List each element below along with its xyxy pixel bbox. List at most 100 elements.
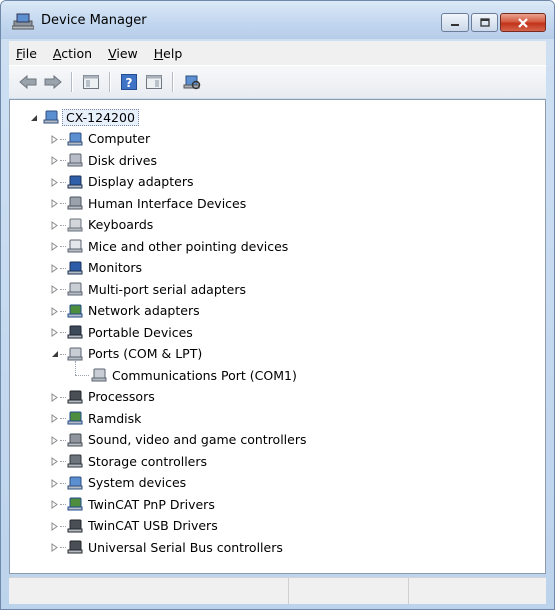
- tree-node-label: Ports (COM & LPT): [88, 346, 203, 361]
- processor-icon: [67, 390, 83, 403]
- tree-node-category[interactable]: Disk drives: [66, 150, 157, 170]
- expand-icon: [51, 392, 58, 402]
- menu-action-label: ction: [61, 45, 93, 61]
- ramdisk-icon: [67, 411, 83, 425]
- menu-view[interactable]: View: [100, 46, 146, 61]
- tree-node-category[interactable]: Processors: [66, 387, 155, 407]
- tree-expander[interactable]: [50, 521, 59, 531]
- tree-expander[interactable]: [50, 543, 59, 552]
- toolbar-separator: [71, 72, 73, 92]
- tree-node-category[interactable]: Ports (COM & LPT): [66, 344, 202, 364]
- maximize-icon: [479, 18, 490, 27]
- tree-expander[interactable]: [50, 156, 59, 165]
- tree-expander[interactable]: [50, 392, 59, 402]
- tree-node-label: Processors: [88, 389, 155, 404]
- tree-expander[interactable]: [50, 457, 59, 466]
- tree-node-category[interactable]: Mice and other pointing devices: [66, 236, 288, 256]
- tree-expander[interactable]: [50, 478, 59, 488]
- toolbar: ?: [9, 65, 546, 98]
- tree-node-category[interactable]: Network adapters: [66, 301, 200, 321]
- usb-icon: [67, 540, 83, 554]
- computer-icon: [43, 110, 59, 124]
- tree-expander[interactable]: [50, 199, 59, 208]
- menu-help-accelerator: H: [153, 45, 164, 61]
- menu-action-accelerator: A: [52, 45, 62, 61]
- portable-device-icon: [67, 325, 83, 339]
- tree-node-label: Display adapters: [88, 174, 194, 189]
- tree-expander[interactable]: [50, 414, 59, 423]
- tree-node-category[interactable]: Monitors: [66, 258, 142, 278]
- menu-view-label: iew: [116, 45, 138, 61]
- tree-expander[interactable]: [50, 242, 59, 251]
- tree-connector: [75, 375, 89, 376]
- device-manager-icon: [12, 13, 34, 30]
- menu-file[interactable]: File: [9, 46, 45, 61]
- tree-node-label: CX-124200: [62, 108, 139, 126]
- tree-node-category[interactable]: Multi-port serial adapters: [66, 279, 246, 299]
- tree-node-category[interactable]: Display adapters: [66, 172, 193, 192]
- tree-node-label: TwinCAT PnP Drivers: [88, 496, 215, 512]
- collapse-icon: [30, 114, 37, 121]
- keyboard-icon: [67, 218, 83, 231]
- network-adapter-icon: [67, 304, 83, 317]
- tree-node-root[interactable]: CX-124200: [42, 107, 139, 127]
- tree-node-category[interactable]: Sound, video and game controllers: [66, 430, 307, 450]
- menu-help[interactable]: Help: [146, 46, 191, 61]
- properties-button[interactable]: [143, 71, 165, 93]
- tree-expander[interactable]: [50, 500, 59, 509]
- properties-icon: [146, 75, 162, 89]
- close-button[interactable]: [500, 13, 546, 32]
- tree-expander[interactable]: [50, 306, 59, 316]
- tree-node-label: Portable Devices: [88, 324, 193, 340]
- status-pane-3: [409, 578, 546, 604]
- help-button[interactable]: ?: [118, 71, 140, 93]
- tree-node-label: Ramdisk: [88, 410, 142, 426]
- menu-action[interactable]: Action: [45, 46, 100, 61]
- tree-node-category[interactable]: Portable Devices: [66, 322, 193, 342]
- usb-icon: [67, 519, 83, 532]
- tree-expander[interactable]: [50, 134, 59, 144]
- tree-expander-root[interactable]: [29, 113, 38, 122]
- minimize-button[interactable]: [441, 13, 469, 32]
- tree-node-label: Multi-port serial adapters: [88, 281, 247, 297]
- menu-help-label: elp: [163, 45, 183, 61]
- tree-expander[interactable]: [50, 263, 59, 273]
- tree-expander[interactable]: [50, 350, 59, 359]
- tree-expander[interactable]: [50, 435, 59, 445]
- back-button[interactable]: [17, 71, 39, 93]
- tree-node-category[interactable]: TwinCAT PnP Drivers: [66, 494, 215, 514]
- tree-expander[interactable]: [50, 220, 59, 230]
- title-bar[interactable]: Device Manager: [1, 1, 554, 39]
- tree-node-label: Storage controllers: [88, 453, 208, 469]
- tree-node-label: Network adapters: [88, 303, 200, 318]
- collapse-icon: [51, 351, 58, 357]
- tree-expander[interactable]: [50, 285, 59, 294]
- tree-node-category[interactable]: Keyboards: [66, 215, 153, 235]
- tree-node-device[interactable]: Communications Port (COM1): [90, 365, 297, 385]
- tree-node-category[interactable]: Computer: [66, 129, 150, 149]
- storage-controller-icon: [67, 454, 83, 468]
- status-bar: [9, 577, 546, 604]
- close-icon: [518, 17, 528, 28]
- serial-port-icon: [67, 282, 83, 296]
- tree-node-category[interactable]: Universal Serial Bus controllers: [66, 537, 283, 557]
- svg-text:?: ?: [126, 76, 133, 90]
- forward-button[interactable]: [42, 71, 64, 93]
- tree-node-category[interactable]: Human Interface Devices: [66, 193, 246, 213]
- tree-node-category[interactable]: TwinCAT USB Drivers: [66, 516, 218, 536]
- expand-icon: [51, 457, 58, 466]
- scan-hardware-button[interactable]: [181, 71, 203, 93]
- tree-node-category[interactable]: Storage controllers: [66, 451, 207, 471]
- show-hide-console-tree-button[interactable]: [80, 71, 102, 93]
- expand-icon: [51, 263, 58, 273]
- tree-node-label: Sound, video and game controllers: [88, 432, 307, 447]
- tree-node-category[interactable]: Ramdisk: [66, 408, 141, 428]
- expand-icon: [51, 500, 58, 509]
- tree-expander[interactable]: [50, 328, 59, 337]
- tree-node-category[interactable]: System devices: [66, 473, 186, 493]
- maximize-button[interactable]: [471, 13, 498, 32]
- tree-node-label: Communications Port (COM1): [112, 367, 297, 383]
- tree-expander[interactable]: [50, 177, 59, 187]
- device-tree-panel[interactable]: CX-124200 Computer Disk drives Display adap…: [9, 99, 546, 574]
- status-pane-2: [289, 578, 409, 604]
